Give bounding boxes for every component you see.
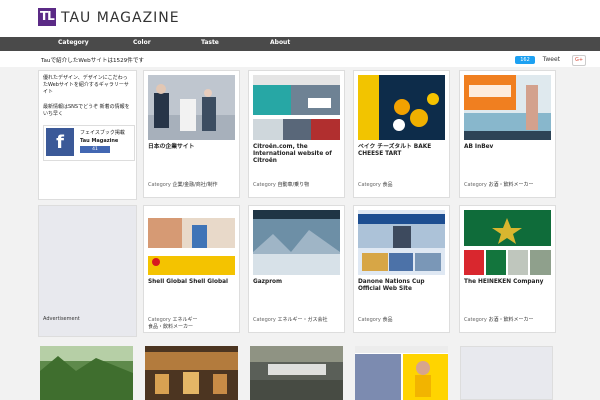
site-thumbnail[interactable]	[464, 210, 551, 275]
site-thumbnail[interactable]	[355, 346, 448, 400]
site-thumbnail[interactable]	[148, 75, 235, 140]
advertisement-box[interactable]: Advertisement	[38, 205, 137, 337]
site-thumbnail[interactable]	[145, 346, 238, 400]
site-thumbnail[interactable]	[358, 75, 445, 140]
site-title[interactable]: TAU MAGAZINE	[61, 10, 180, 26]
site-title[interactable]: ベイク チーズタルト BAKE CHEESE TART	[358, 144, 447, 158]
site-title[interactable]: Danone Nations Cup Official Web Site	[358, 279, 447, 293]
facebook-page-name[interactable]: Tau Magazine	[80, 138, 118, 145]
nav-taste[interactable]: Taste	[201, 39, 219, 46]
site-thumbnail[interactable]	[253, 210, 340, 275]
site-category: Category 食品	[358, 317, 393, 323]
site-category: Category お酒・飲料メーカー	[464, 317, 534, 323]
facebook-icon: f	[46, 128, 74, 156]
site-card[interactable]: ベイク チーズタルト BAKE CHEESE TART Category 食品	[353, 70, 450, 198]
site-thumbnail[interactable]	[250, 346, 343, 400]
logo-text: TL	[40, 9, 55, 23]
site-thumbnail[interactable]	[253, 75, 340, 140]
site-title[interactable]: Shell Global Shell Global	[148, 279, 237, 286]
site-title[interactable]: Citroën.com, the International website o…	[253, 144, 342, 165]
header: TL TAU MAGAZINE	[0, 0, 600, 37]
sidebar-description: 優れたデザイン、デザインにこだわったWebサイトを紹介するギャラリーサイト	[43, 75, 129, 95]
site-thumbnail[interactable]	[148, 210, 235, 275]
google-plus-button[interactable]: G+	[572, 55, 586, 66]
site-card[interactable]: AB InBev Category お酒・飲料メーカー	[459, 70, 556, 198]
site-title[interactable]: The HEINEKEN Company	[464, 279, 553, 286]
tweet-count-badge: 162	[515, 56, 535, 64]
site-category: Category エネルギー 食品・飲料メーカー	[148, 317, 198, 330]
site-title[interactable]: AB InBev	[464, 144, 553, 151]
site-card[interactable]: Danone Nations Cup Official Web Site Cat…	[353, 205, 450, 333]
site-title[interactable]: 日本の企業サイト	[148, 144, 237, 151]
sidebar-follow-text: 最新情報はSNSでどうぞ 新着の情報をいち早く	[43, 104, 130, 117]
nav-category[interactable]: Category	[58, 39, 89, 46]
facebook-widget[interactable]: f フェイスブック掲載 Tau Magazine 41	[43, 125, 135, 161]
site-thumbnail[interactable]	[40, 346, 133, 400]
nav-about[interactable]: About	[270, 39, 290, 46]
sidebar-info-card: 優れたデザイン、デザインにこだわったWebサイトを紹介するギャラリーサイト 最新…	[38, 70, 137, 200]
site-card[interactable]: 日本の企業サイト Category 企業/金融/商社/制作	[143, 70, 240, 198]
site-category: Category お酒・飲料メーカー	[464, 182, 534, 188]
site-card[interactable]: The HEINEKEN Company Category お酒・飲料メーカー	[459, 205, 556, 333]
site-category: Category 企業/金融/商社/制作	[148, 182, 218, 188]
site-card[interactable]: Shell Global Shell Global Category エネルギー…	[143, 205, 240, 333]
site-category: Category エネルギー・ガス会社	[253, 317, 328, 323]
brand-logo-icon[interactable]: TL	[38, 8, 56, 26]
intro-bar: Tauで紹介したWebサイトは1529件です 162 Tweet G+	[0, 51, 600, 67]
site-thumbnail[interactable]	[464, 75, 551, 140]
site-card[interactable]: Citroën.com, the International website o…	[248, 70, 345, 198]
site-count-text: Tauで紹介したWebサイトは1529件です	[41, 58, 145, 64]
site-category: Category 食品	[358, 182, 393, 188]
site-thumbnail[interactable]	[358, 210, 445, 275]
main-nav: Category Color Taste About	[0, 37, 600, 51]
facebook-like-button[interactable]: 41	[80, 146, 110, 153]
site-title[interactable]: Gazprom	[253, 279, 342, 286]
facebook-widget-title: フェイスブック掲載	[80, 130, 125, 136]
tweet-button[interactable]: Tweet	[543, 56, 560, 63]
placeholder-card	[460, 346, 553, 400]
nav-color[interactable]: Color	[133, 39, 151, 46]
site-category: Category 自動車/乗り物	[253, 182, 310, 188]
site-card[interactable]: Gazprom Category エネルギー・ガス会社	[248, 205, 345, 333]
advertisement-label: Advertisement	[43, 316, 80, 322]
